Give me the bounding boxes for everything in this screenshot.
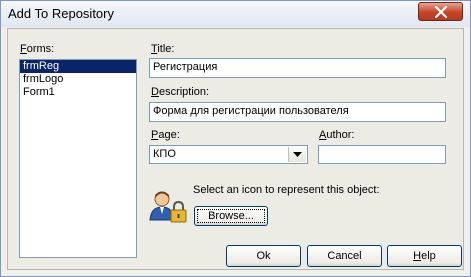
window-title: Add To Repository (8, 6, 114, 21)
page-dropdown-button[interactable] (288, 147, 306, 162)
browse-button[interactable]: Browse... (194, 206, 268, 226)
list-item-form1[interactable]: Form1 (20, 86, 136, 99)
close-button[interactable] (418, 2, 463, 21)
author-label: Author: (319, 129, 355, 141)
close-icon (434, 6, 448, 18)
forms-label: Forms: (20, 43, 55, 55)
list-item-frmlogo[interactable]: frmLogo (20, 73, 136, 86)
list-item-frmreg[interactable]: frmReg (20, 60, 136, 73)
add-to-repository-dialog: Add To Repository Forms: frmReg frmLogo … (0, 0, 471, 277)
forms-listbox[interactable]: frmReg frmLogo Form1 (19, 59, 137, 258)
forms-label-text: orms: (26, 43, 55, 55)
help-button-label: Help (413, 250, 436, 262)
page-combobox-value: КПО (153, 148, 176, 160)
user-lock-icon (149, 191, 187, 223)
description-label: Description: (151, 86, 210, 98)
page-combobox[interactable]: КПО (149, 145, 308, 164)
help-button[interactable]: Help (387, 245, 462, 267)
description-input[interactable]: Форма для регистрации пользователя (149, 102, 446, 122)
title-bar[interactable]: Add To Repository (1, 1, 470, 27)
ok-button[interactable]: Ok (226, 245, 301, 267)
author-input[interactable] (318, 145, 446, 164)
title-label: Title: (151, 43, 175, 55)
browse-button-label: Browse... (197, 209, 265, 223)
page-label: Page: (151, 129, 180, 141)
icon-prompt: Select an icon to represent this object: (193, 184, 380, 196)
chevron-down-icon (293, 152, 302, 157)
cancel-button[interactable]: Cancel (307, 245, 382, 267)
title-input[interactable]: Регистрация (149, 58, 446, 78)
